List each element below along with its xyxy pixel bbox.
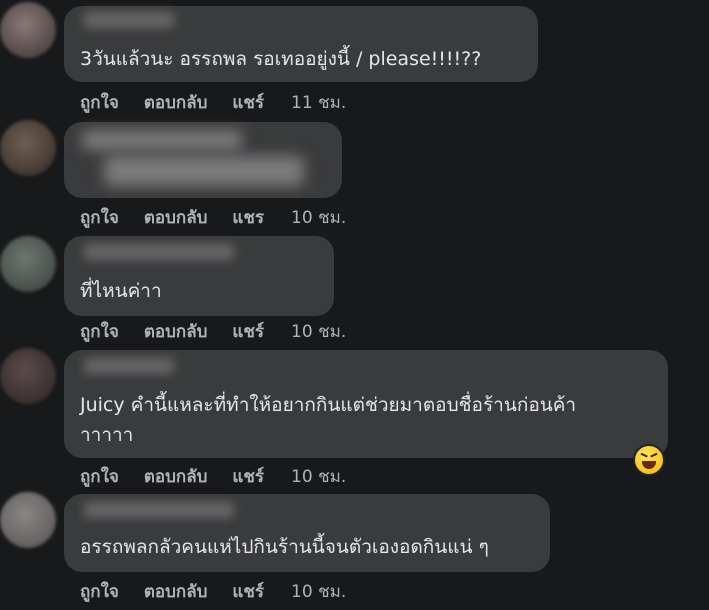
- like-button[interactable]: ถูกใจ: [80, 578, 119, 605]
- reply-button[interactable]: ตอบกลับ: [144, 463, 208, 490]
- timestamp[interactable]: 11 ชม.: [291, 89, 346, 116]
- share-button[interactable]: แชร: [232, 204, 264, 231]
- reply-button[interactable]: ตอบกลับ: [144, 204, 208, 231]
- share-button[interactable]: แชร์: [232, 318, 264, 345]
- comment-text: ที่ไหนค่าา: [80, 280, 162, 302]
- like-button[interactable]: ถูกใจ: [80, 204, 119, 231]
- like-button[interactable]: ถูกใจ: [80, 463, 119, 490]
- comment-text-line-1: Juicy คำนี้แหละที่ทำให้อยากกินแต่ช่วยมาต…: [80, 394, 577, 416]
- reply-button[interactable]: ตอบกลับ: [144, 578, 208, 605]
- comment-actions: ถูกใจ ตอบกลับ แชร์ 10 ชม.: [80, 579, 346, 603]
- redacted-content: [82, 130, 242, 150]
- share-button[interactable]: แชร์: [232, 463, 264, 490]
- reply-button[interactable]: ตอบกลับ: [144, 318, 208, 345]
- laughing-emoji-icon[interactable]: [633, 444, 665, 476]
- comment-text: อรรถพลกลัวคนแห่ไปกินร้านนี้จนตัวเองอดกิน…: [80, 536, 489, 558]
- timestamp[interactable]: 10 ชม.: [291, 204, 346, 231]
- avatar[interactable]: [0, 120, 56, 176]
- avatar[interactable]: [0, 236, 56, 292]
- avatar[interactable]: [0, 348, 56, 404]
- comment-actions: ถูกใจ ตอบกลับ แชร 10 ชม.: [80, 205, 346, 229]
- comment-actions: ถูกใจ ตอบกลับ แชร์ 10 ชม.: [80, 464, 346, 488]
- author-name-redacted[interactable]: [84, 358, 174, 374]
- comment-actions: ถูกใจ ตอบกลับ แชร์ 10 ชม.: [80, 319, 346, 343]
- comment-bubble: Juicy คำนี้แหละที่ทำให้อยากกินแต่ช่วยมาต…: [64, 350, 668, 458]
- comment-text-line-2: าาาาา: [80, 424, 134, 446]
- author-name-redacted[interactable]: [84, 12, 174, 28]
- comment-bubble-redacted: [64, 122, 342, 198]
- comment-actions: ถูกใจ ตอบกลับ แชร์ 11 ชม.: [80, 90, 346, 114]
- comment-bubble: 3วันแล้วนะ อรรถพล รอเทออยู่งนี้ / please…: [64, 6, 538, 82]
- avatar[interactable]: [0, 2, 56, 58]
- timestamp[interactable]: 10 ชม.: [291, 463, 346, 490]
- author-name-redacted[interactable]: [84, 244, 234, 260]
- share-button[interactable]: แชร์: [232, 578, 264, 605]
- timestamp[interactable]: 10 ชม.: [291, 578, 346, 605]
- comment-bubble: ที่ไหนค่าา: [64, 236, 334, 316]
- comment-bubble: อรรถพลกลัวคนแห่ไปกินร้านนี้จนตัวเองอดกิน…: [64, 494, 550, 572]
- share-button[interactable]: แชร์: [232, 89, 264, 116]
- timestamp[interactable]: 10 ชม.: [291, 318, 346, 345]
- comment-text: 3วันแล้วนะ อรรถพล รอเทออยู่งนี้ / please…: [80, 48, 482, 70]
- reply-button[interactable]: ตอบกลับ: [144, 89, 208, 116]
- avatar[interactable]: [0, 492, 56, 548]
- author-name-redacted[interactable]: [84, 502, 234, 518]
- like-button[interactable]: ถูกใจ: [80, 89, 119, 116]
- redacted-content: [104, 156, 304, 186]
- like-button[interactable]: ถูกใจ: [80, 318, 119, 345]
